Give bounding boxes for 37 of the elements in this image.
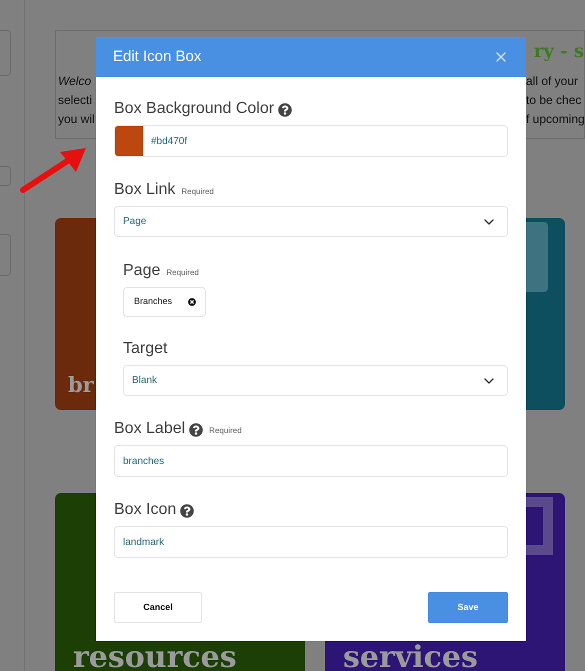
select-field[interactable]: Blank [123, 365, 508, 396]
intro-text: all of your [526, 73, 580, 90]
tag-text: Branches [134, 295, 172, 308]
tile-label: services [343, 643, 478, 671]
modal-title: Edit Icon Box [113, 46, 202, 67]
select-field[interactable]: Page [114, 206, 508, 237]
field-label: Page [123, 261, 160, 281]
color-swatch[interactable] [115, 126, 143, 156]
cancel-button[interactable]: Cancel [114, 592, 202, 623]
intro-text: selecti [58, 92, 94, 109]
field-label: Box Link [114, 180, 176, 200]
help-icon[interactable] [180, 504, 194, 518]
intro-text: you wil [58, 111, 95, 128]
remove-icon[interactable] [188, 298, 196, 306]
required-note: Required [181, 186, 214, 198]
intro-text: to be chec [526, 92, 582, 109]
field-label: Box Background Color [114, 99, 274, 119]
field-label: Target [123, 339, 168, 359]
arrow-icon [20, 146, 88, 194]
help-icon[interactable] [189, 423, 204, 437]
tile-label: br [68, 371, 94, 399]
text-field[interactable]: landmark [114, 526, 508, 558]
required-note: Required [166, 267, 199, 279]
save-button[interactable]: Save [428, 592, 508, 623]
help-icon[interactable] [278, 103, 292, 117]
required-note: Required [209, 425, 242, 437]
page-heading: ry - s [534, 40, 584, 64]
field-label: Box Icon [114, 500, 176, 520]
text-field[interactable]: branches [114, 445, 508, 477]
intro-text: f upcoming [526, 111, 584, 128]
tag-field[interactable]: Branches [123, 287, 206, 317]
intro-text: Welco [58, 73, 92, 90]
color-value: #bd470f [151, 134, 188, 148]
tile-label: resources [73, 643, 237, 671]
field-label: Box Label [114, 419, 186, 439]
color-field[interactable]: #bd470f [114, 125, 508, 157]
tile-icon [525, 497, 553, 555]
